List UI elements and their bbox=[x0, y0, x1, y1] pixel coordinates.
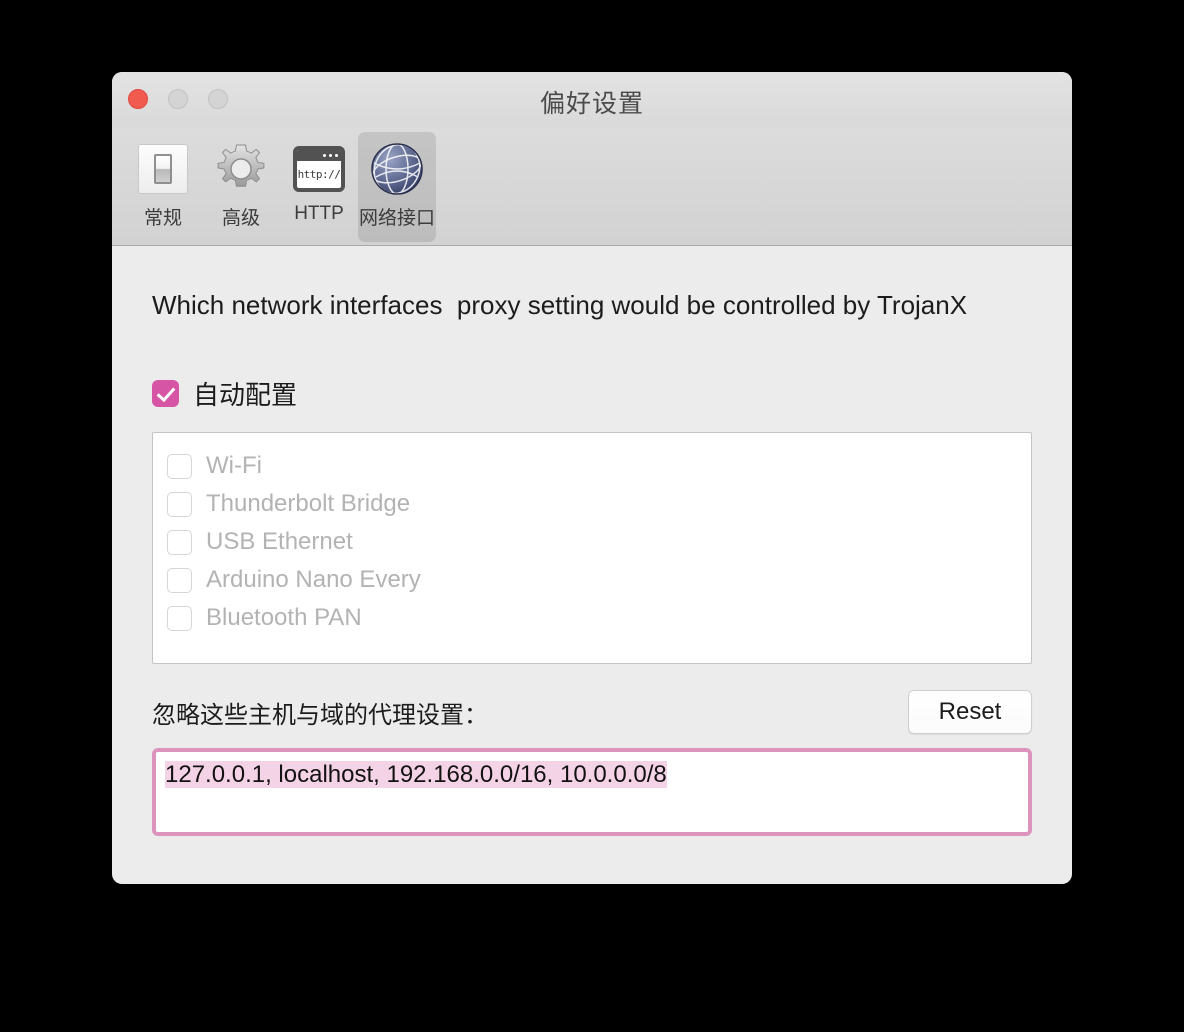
reset-button[interactable]: Reset bbox=[908, 690, 1032, 734]
list-item[interactable]: Arduino Nano Every bbox=[167, 561, 1031, 599]
interface-label: Bluetooth PAN bbox=[206, 604, 362, 631]
interface-label: USB Ethernet bbox=[206, 528, 353, 555]
interface-label: Arduino Nano Every bbox=[206, 566, 421, 593]
toolbar-tab-advanced-label: 高级 bbox=[221, 208, 260, 229]
interface-checkbox[interactable] bbox=[167, 605, 192, 631]
auto-config-label: 自动配置 bbox=[193, 380, 298, 410]
interface-checkbox[interactable] bbox=[167, 453, 192, 479]
window-titlebar: 偏好设置 bbox=[112, 72, 1072, 128]
list-item[interactable]: Bluetooth PAN bbox=[167, 599, 1031, 637]
preferences-window: 偏好设置 常规 高级 http:// HTTP 网络接口 Which netwo… bbox=[112, 72, 1072, 884]
toolbar-tab-network-interface[interactable]: 网络接口 bbox=[358, 132, 436, 242]
toolbar-tab-advanced[interactable]: 高级 bbox=[202, 132, 280, 242]
interface-checkbox[interactable] bbox=[167, 529, 192, 555]
interface-label: Wi-Fi bbox=[206, 452, 262, 479]
http-icon-text: http:// bbox=[297, 168, 341, 181]
interface-checkbox[interactable] bbox=[167, 491, 192, 517]
bypass-input[interactable]: 127.0.0.1, localhost, 192.168.0.0/16, 10… bbox=[152, 748, 1032, 836]
toolbar-tab-general[interactable]: 常规 bbox=[124, 132, 202, 242]
gear-icon bbox=[212, 140, 270, 198]
list-item[interactable]: USB Ethernet bbox=[167, 523, 1031, 561]
toolbar-tab-http-label: HTTP bbox=[294, 203, 344, 224]
toolbar-tab-general-label: 常规 bbox=[143, 208, 182, 229]
http-icon: http:// bbox=[290, 140, 348, 198]
list-item[interactable]: Thunderbolt Bridge bbox=[167, 485, 1031, 523]
toolbar-tab-http[interactable]: http:// HTTP bbox=[280, 132, 358, 242]
list-item[interactable]: Wi-Fi bbox=[167, 447, 1031, 485]
auto-config-checkbox[interactable] bbox=[152, 380, 179, 407]
switch-icon bbox=[134, 140, 192, 198]
window-title: 偏好设置 bbox=[539, 90, 644, 118]
bypass-input-value: 127.0.0.1, localhost, 192.168.0.0/16, 10… bbox=[165, 761, 667, 788]
description-text: Which network interfaces proxy setting w… bbox=[152, 290, 968, 320]
interface-label: Thunderbolt Bridge bbox=[206, 490, 411, 517]
toolbar-tab-network-interface-label: 网络接口 bbox=[358, 208, 435, 229]
auto-config-row[interactable]: 自动配置 bbox=[152, 375, 1032, 412]
interface-checkbox[interactable] bbox=[167, 567, 192, 593]
globe-icon bbox=[368, 140, 426, 198]
bypass-label: 忽略这些主机与域的代理设置： bbox=[152, 701, 488, 729]
preferences-content: Which network interfaces proxy setting w… bbox=[112, 290, 1072, 836]
bypass-header-row: 忽略这些主机与域的代理设置： Reset bbox=[152, 690, 1032, 734]
interface-list[interactable]: Wi-Fi Thunderbolt Bridge USB Ethernet Ar… bbox=[152, 432, 1032, 664]
preferences-toolbar: 常规 高级 http:// HTTP 网络接口 bbox=[112, 128, 1072, 246]
